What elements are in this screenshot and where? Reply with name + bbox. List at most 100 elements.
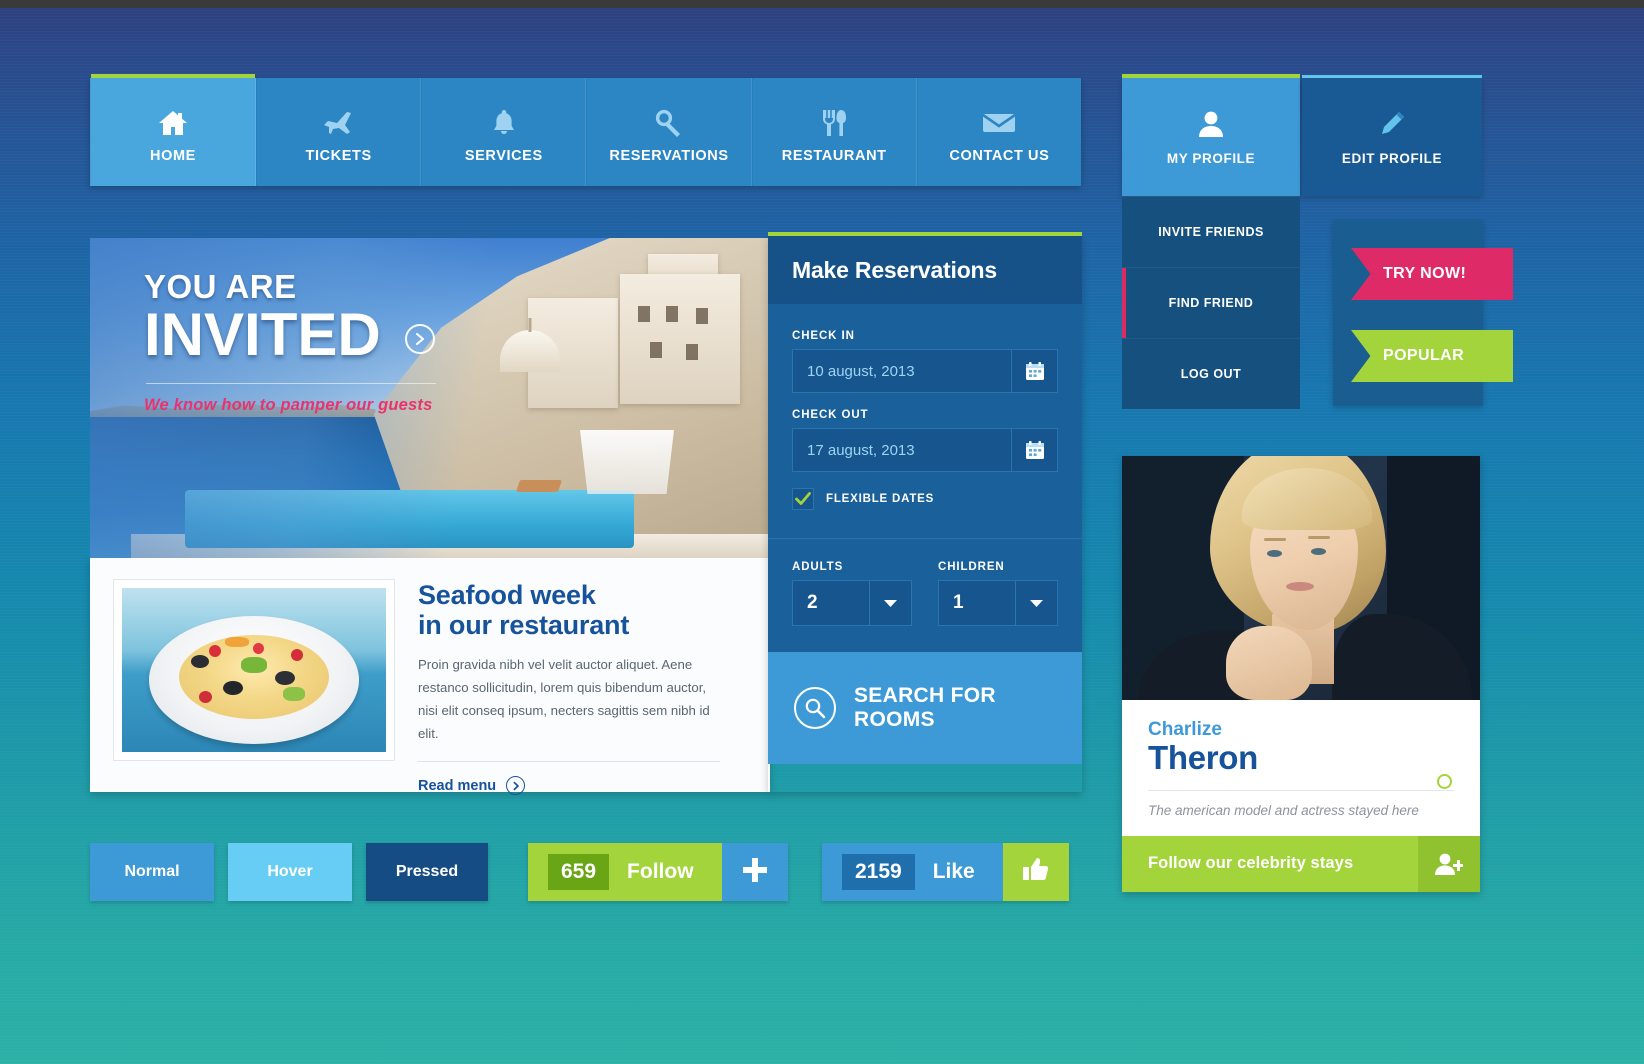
- seafood-text: Seafood week in our restaurant Proin gra…: [394, 580, 746, 796]
- eye: [1267, 550, 1282, 557]
- nav-label: CONTACT US: [949, 147, 1050, 164]
- search-for-rooms-button[interactable]: SEARCH FOR ROOMS: [768, 652, 1082, 764]
- menu-label: FIND FRIEND: [1168, 296, 1254, 310]
- eye: [1311, 548, 1326, 555]
- divider: [146, 383, 436, 385]
- follow-celebrity-button[interactable]: Follow our celebrity stays: [1122, 835, 1480, 892]
- chevron-down-icon: [869, 581, 911, 625]
- tile-label: EDIT PROFILE: [1341, 151, 1443, 166]
- check-out-label: CHECK OUT: [792, 409, 869, 421]
- hero-title: INVITED: [144, 301, 381, 368]
- eyebrow: [1264, 538, 1286, 541]
- chevron-right-icon[interactable]: [404, 323, 435, 354]
- hero-banner: YOU ARE INVITED We know how to pamper ou…: [90, 238, 770, 558]
- profile-menu-invite-friends[interactable]: INVITE FRIENDS: [1122, 196, 1300, 267]
- ribbon-try-now[interactable]: TRY NOW!: [1351, 248, 1513, 300]
- check-out-value: 17 august, 2013: [807, 441, 915, 459]
- promo-title-line2: in our restaurant: [418, 610, 630, 641]
- celebrity-last-name: Theron: [1148, 738, 1259, 776]
- follow-label: Follow: [627, 860, 694, 883]
- check-in-value: 10 august, 2013: [807, 362, 915, 380]
- flexible-dates-row[interactable]: FLEXIBLE DATES: [792, 488, 1058, 524]
- celebrity-note: The american model and actress stayed he…: [1148, 802, 1419, 818]
- nav-label: TICKETS: [305, 147, 372, 164]
- divider: [1148, 789, 1454, 791]
- nav-label: HOME: [150, 147, 196, 164]
- pencil-icon: [1378, 108, 1406, 140]
- occupancy-row: ADULTS 2 CHILDREN 1: [768, 538, 1082, 652]
- calendar-icon[interactable]: [1011, 429, 1057, 471]
- plate-food: [179, 635, 329, 720]
- eyebrow: [1308, 536, 1330, 539]
- read-menu-link[interactable]: Read menu: [418, 776, 746, 796]
- reservations-title: Make Reservations: [792, 256, 997, 283]
- promo-card-seafood: Seafood week in our restaurant Proin gra…: [90, 558, 770, 796]
- like-action-button[interactable]: [1002, 843, 1069, 901]
- nav-item-services[interactable]: SERVICES: [421, 78, 587, 186]
- check-out-field[interactable]: 17 august, 2013: [792, 428, 1058, 472]
- search-icon: [794, 687, 836, 729]
- children-group: CHILDREN 1: [938, 561, 1058, 626]
- like-label: Like: [932, 860, 975, 883]
- profile-menu-log-out[interactable]: LOG OUT: [1122, 338, 1300, 409]
- ribbon-popular[interactable]: POPULAR: [1351, 330, 1513, 382]
- read-menu-label: Read menu: [418, 777, 497, 794]
- button-state-hover[interactable]: Hover: [228, 843, 352, 901]
- profile-menu: INVITE FRIENDS FIND FRIEND LOG OUT: [1122, 196, 1300, 409]
- nav-item-restaurant[interactable]: RESTAURANT: [751, 78, 917, 186]
- tile-my-profile[interactable]: MY PROFILE: [1122, 74, 1300, 196]
- plus-icon: [741, 856, 769, 889]
- like-main[interactable]: 2159 Like: [822, 843, 1003, 901]
- reservations-header: Make Reservations: [768, 236, 1082, 304]
- celebrity-info: Charlize Theron The american model and a…: [1122, 700, 1480, 836]
- tile-edit-profile[interactable]: EDIT PROFILE: [1302, 75, 1482, 196]
- button-label: Hover: [267, 863, 313, 880]
- button-label: Normal: [124, 863, 180, 880]
- button-states-row: Normal Hover Pressed: [90, 843, 488, 901]
- like-widget[interactable]: 2159 Like: [822, 843, 1069, 901]
- follow-widget[interactable]: 659 Follow: [528, 843, 788, 901]
- celebrity-first-name: Charlize: [1148, 719, 1222, 740]
- chevron-right-icon: [506, 776, 526, 796]
- adults-label: ADULTS: [792, 561, 844, 573]
- hero-subtitle: We know how to pamper our guests: [144, 396, 433, 415]
- profile-menu-find-friend[interactable]: FIND FRIEND: [1122, 267, 1300, 338]
- menu-label: LOG OUT: [1180, 367, 1242, 381]
- status-badge: [1437, 774, 1452, 789]
- follow-main[interactable]: 659 Follow: [528, 843, 722, 901]
- check-in-field[interactable]: 10 august, 2013: [792, 349, 1058, 393]
- nav-label: RESERVATIONS: [609, 147, 729, 164]
- hero-text-block: YOU ARE INVITED We know how to pamper ou…: [144, 268, 436, 415]
- button-state-normal[interactable]: Normal: [90, 843, 214, 901]
- celebrity-photo: [1122, 456, 1480, 700]
- hand: [1226, 626, 1312, 700]
- add-user-icon: [1418, 835, 1480, 892]
- flexible-dates-checkbox[interactable]: [792, 488, 814, 510]
- ribbon-panel: TRY NOW! POPULAR: [1333, 220, 1513, 406]
- promo-body: Proin gravida nibh vel velit auctor aliq…: [418, 657, 710, 741]
- menu-label: INVITE FRIENDS: [1158, 225, 1264, 239]
- bell-icon: [492, 107, 516, 139]
- main-content-column: YOU ARE INVITED We know how to pamper ou…: [90, 238, 770, 796]
- thumbs-up-icon: [1022, 856, 1050, 889]
- promo-title: Seafood week in our restaurant: [418, 580, 746, 640]
- nav-item-contact-us[interactable]: CONTACT US: [916, 78, 1082, 186]
- calendar-icon[interactable]: [1011, 350, 1057, 392]
- children-value: 1: [953, 592, 964, 613]
- seafood-photo: [113, 579, 395, 761]
- nav-item-reservations[interactable]: RESERVATIONS: [586, 78, 752, 186]
- nav-item-home[interactable]: HOME: [90, 74, 256, 186]
- cutlery-icon: [821, 107, 847, 139]
- follow-action-button[interactable]: [721, 843, 788, 901]
- chevron-down-icon: [1015, 581, 1057, 625]
- profile-tiles: MY PROFILE EDIT PROFILE: [1122, 74, 1482, 196]
- airplane-icon: [322, 107, 356, 139]
- adults-select[interactable]: 2: [792, 580, 912, 626]
- like-count: 2159: [842, 854, 915, 890]
- button-state-pressed[interactable]: Pressed: [366, 843, 488, 901]
- ribbon-label: POPULAR: [1383, 347, 1465, 364]
- nav-item-tickets[interactable]: TICKETS: [256, 78, 422, 186]
- tile-label: MY PROFILE: [1166, 151, 1256, 166]
- children-label: CHILDREN: [938, 561, 1005, 573]
- children-select[interactable]: 1: [938, 580, 1058, 626]
